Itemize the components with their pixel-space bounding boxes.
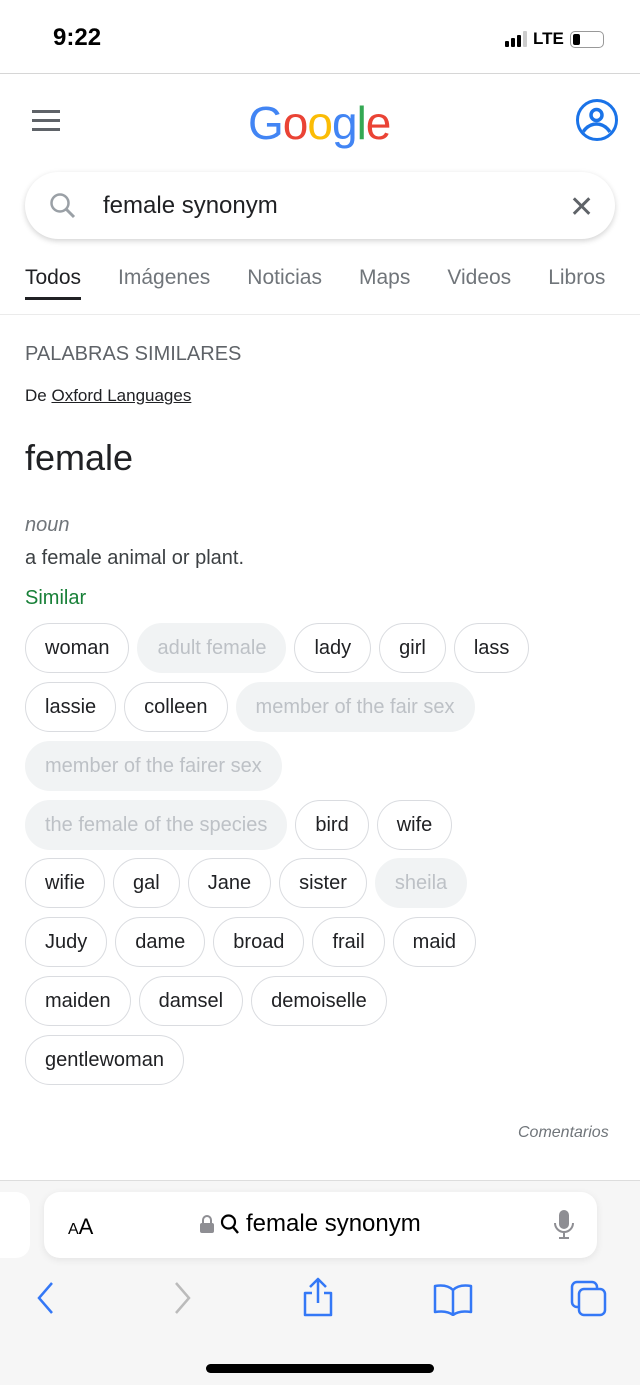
divider bbox=[0, 314, 640, 315]
synonym-chip[interactable]: maid bbox=[392, 917, 477, 967]
search-tabs: Todos Imágenes Noticias Maps Videos Libros bbox=[25, 266, 640, 300]
similar-label: Similar bbox=[25, 587, 87, 609]
headword: female bbox=[25, 437, 134, 478]
lock-icon bbox=[200, 1215, 214, 1233]
feedback-link[interactable]: Comentarios bbox=[518, 1124, 609, 1142]
network-type: LTE bbox=[533, 29, 564, 48]
share-icon[interactable] bbox=[301, 1276, 335, 1318]
url-text[interactable]: female synonym bbox=[246, 1210, 421, 1238]
clear-icon[interactable]: ✕ bbox=[569, 190, 594, 225]
synonym-chip[interactable]: bird bbox=[295, 800, 369, 850]
chip-row: woman adult female lady girl lass bbox=[25, 623, 530, 673]
synonym-chip: member of the fairer sex bbox=[25, 741, 282, 791]
source-link[interactable]: Oxford Languages bbox=[51, 386, 191, 405]
synonym-chip[interactable]: sister bbox=[279, 858, 367, 908]
previous-tab-preview[interactable] bbox=[0, 1192, 30, 1258]
chip-row: gentlewoman bbox=[25, 1035, 184, 1085]
search-icon bbox=[50, 193, 76, 219]
battery-icon bbox=[569, 30, 604, 48]
tab-videos[interactable]: Videos bbox=[447, 266, 511, 290]
tabs-icon[interactable] bbox=[570, 1280, 608, 1318]
back-icon[interactable] bbox=[34, 1278, 56, 1318]
google-logo[interactable]: Google bbox=[248, 96, 391, 150]
chip-row: member of the fairer sex bbox=[25, 741, 282, 791]
synonym-chip: member of the fair sex bbox=[235, 682, 475, 732]
search-icon bbox=[220, 1214, 239, 1234]
synonym-chip[interactable]: colleen bbox=[124, 682, 228, 732]
address-bar[interactable]: AA female synonym bbox=[44, 1192, 597, 1258]
synonym-chip[interactable]: Judy bbox=[25, 917, 108, 967]
chip-row: maiden damsel demoiselle bbox=[25, 976, 387, 1026]
search-input[interactable]: female synonym bbox=[103, 192, 278, 220]
tab-noticias[interactable]: Noticias bbox=[247, 266, 322, 290]
home-indicator bbox=[206, 1364, 434, 1373]
tab-imágenes[interactable]: Imágenes bbox=[118, 266, 210, 290]
clock: 9:22 bbox=[53, 24, 102, 51]
source-prefix: De bbox=[25, 386, 47, 405]
synonym-chip[interactable]: lassie bbox=[25, 682, 117, 732]
synonym-chip: adult female bbox=[137, 623, 287, 673]
network-status: LTE bbox=[505, 29, 604, 49]
source-line: De Oxford Languages bbox=[25, 386, 191, 406]
chip-row: the female of the species bird wife bbox=[25, 800, 453, 850]
synonym-chip[interactable]: maiden bbox=[25, 976, 131, 1026]
signal-icon bbox=[505, 31, 527, 47]
account-icon[interactable] bbox=[576, 99, 618, 141]
synonym-chip[interactable]: wifie bbox=[25, 858, 106, 908]
section-kicker: PALABRAS SIMILARES bbox=[25, 343, 242, 365]
synonym-chip[interactable]: damsel bbox=[138, 976, 244, 1026]
synonym-chip[interactable]: dame bbox=[115, 917, 206, 967]
text-size-button[interactable]: AA bbox=[68, 1214, 93, 1240]
chip-row: wifie gal Jane sister sheila bbox=[25, 858, 468, 908]
synonym-chip[interactable]: lady bbox=[294, 623, 372, 673]
forward-icon[interactable] bbox=[172, 1278, 194, 1318]
part-of-speech: noun bbox=[25, 514, 70, 536]
synonym-chip[interactable]: demoiselle bbox=[251, 976, 387, 1026]
chip-row: Judy dame broad frail maid bbox=[25, 917, 477, 967]
synonym-chip[interactable]: wife bbox=[376, 800, 453, 850]
synonym-chip[interactable]: lass bbox=[453, 623, 530, 673]
synonym-chip[interactable]: frail bbox=[312, 917, 385, 967]
synonym-chip: the female of the species bbox=[25, 800, 288, 850]
definition: a female animal or plant. bbox=[25, 547, 245, 569]
tab-libros[interactable]: Libros bbox=[548, 266, 605, 290]
synonym-chip[interactable]: woman bbox=[25, 623, 130, 673]
microphone-icon[interactable] bbox=[554, 1210, 574, 1240]
synonym-chip: sheila bbox=[374, 858, 468, 908]
chip-row: lassie colleen member of the fair sex bbox=[25, 682, 475, 732]
synonym-chip[interactable]: broad bbox=[213, 917, 305, 967]
tab-todos[interactable]: Todos bbox=[25, 266, 82, 300]
synonym-chip[interactable]: gentlewoman bbox=[25, 1035, 184, 1085]
status-bar: 9:22 LTE bbox=[0, 0, 640, 74]
bookmarks-icon[interactable] bbox=[433, 1282, 473, 1316]
synonym-chip[interactable]: girl bbox=[379, 623, 446, 673]
synonym-chip[interactable]: Jane bbox=[187, 858, 272, 908]
search-box[interactable]: female synonym ✕ bbox=[25, 172, 615, 239]
tab-maps[interactable]: Maps bbox=[359, 266, 410, 290]
synonym-chip[interactable]: gal bbox=[113, 858, 180, 908]
menu-icon[interactable] bbox=[32, 110, 60, 137]
